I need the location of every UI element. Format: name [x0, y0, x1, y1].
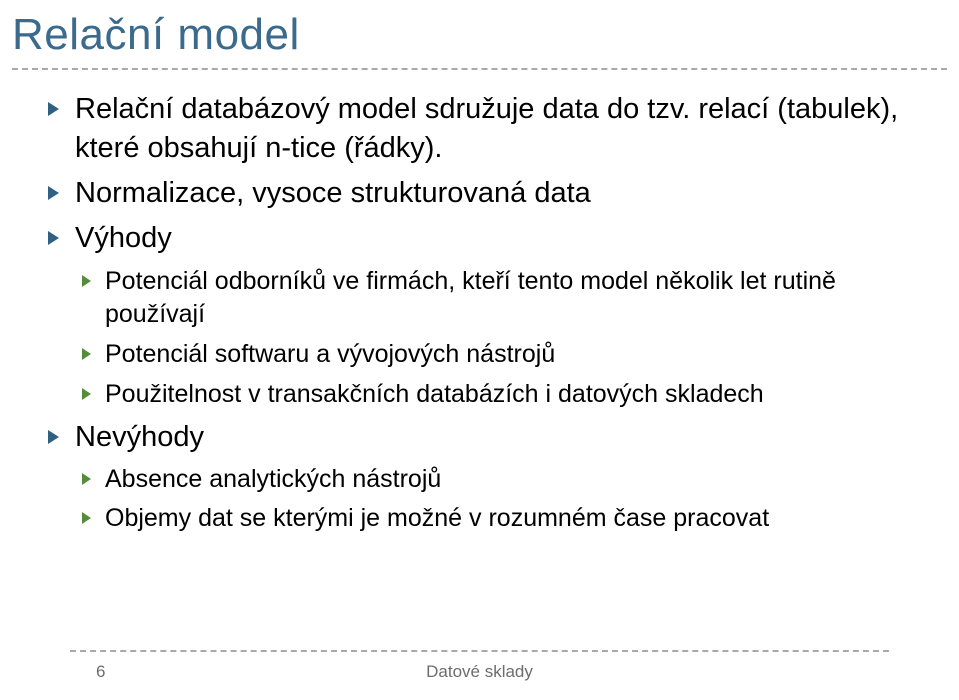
- bullet-text: Absence analytických nástrojů: [105, 463, 441, 497]
- triangle-bullet-icon: [48, 430, 59, 444]
- bullet-level1: Výhody: [48, 219, 919, 258]
- bullet-level2: Potenciál odborníků ve firmách, kteří te…: [82, 265, 919, 333]
- bullet-level2: Objemy dat se kterými je možné v rozumné…: [82, 502, 919, 536]
- bullet-level1: Nevýhody: [48, 418, 919, 457]
- triangle-bullet-icon: [82, 512, 91, 524]
- bullet-text: Objemy dat se kterými je možné v rozumné…: [105, 502, 769, 536]
- bullet-text: Relační databázový model sdružuje data d…: [75, 90, 919, 168]
- bullet-level1: Normalizace, vysoce strukturovaná data: [48, 174, 919, 213]
- bullet-text: Potenciál softwaru a vývojových nástrojů: [105, 338, 555, 372]
- footer-label: Datové sklady: [426, 662, 533, 682]
- triangle-bullet-icon: [48, 102, 59, 116]
- slide-title: Relační model: [0, 0, 959, 60]
- footer-divider: [70, 650, 889, 652]
- bullet-level2: Absence analytických nástrojů: [82, 463, 919, 497]
- page-number: 6: [96, 662, 105, 682]
- bullet-level1: Relační databázový model sdružuje data d…: [48, 90, 919, 168]
- triangle-bullet-icon: [82, 473, 91, 485]
- triangle-bullet-icon: [82, 388, 91, 400]
- bullet-level2: Potenciál softwaru a vývojových nástrojů: [82, 338, 919, 372]
- bullet-text: Nevýhody: [75, 418, 204, 457]
- content-area: Relační databázový model sdružuje data d…: [0, 70, 959, 536]
- bullet-text: Potenciál odborníků ve firmách, kteří te…: [105, 265, 919, 333]
- bullet-text: Normalizace, vysoce strukturovaná data: [75, 174, 591, 213]
- slide: Relační model Relační databázový model s…: [0, 0, 959, 700]
- triangle-bullet-icon: [82, 348, 91, 360]
- bullet-text: Výhody: [75, 219, 172, 258]
- triangle-bullet-icon: [48, 231, 59, 245]
- triangle-bullet-icon: [82, 275, 91, 287]
- bullet-text: Použitelnost v transakčních databázích i…: [105, 378, 764, 412]
- triangle-bullet-icon: [48, 186, 59, 200]
- bullet-level2: Použitelnost v transakčních databázích i…: [82, 378, 919, 412]
